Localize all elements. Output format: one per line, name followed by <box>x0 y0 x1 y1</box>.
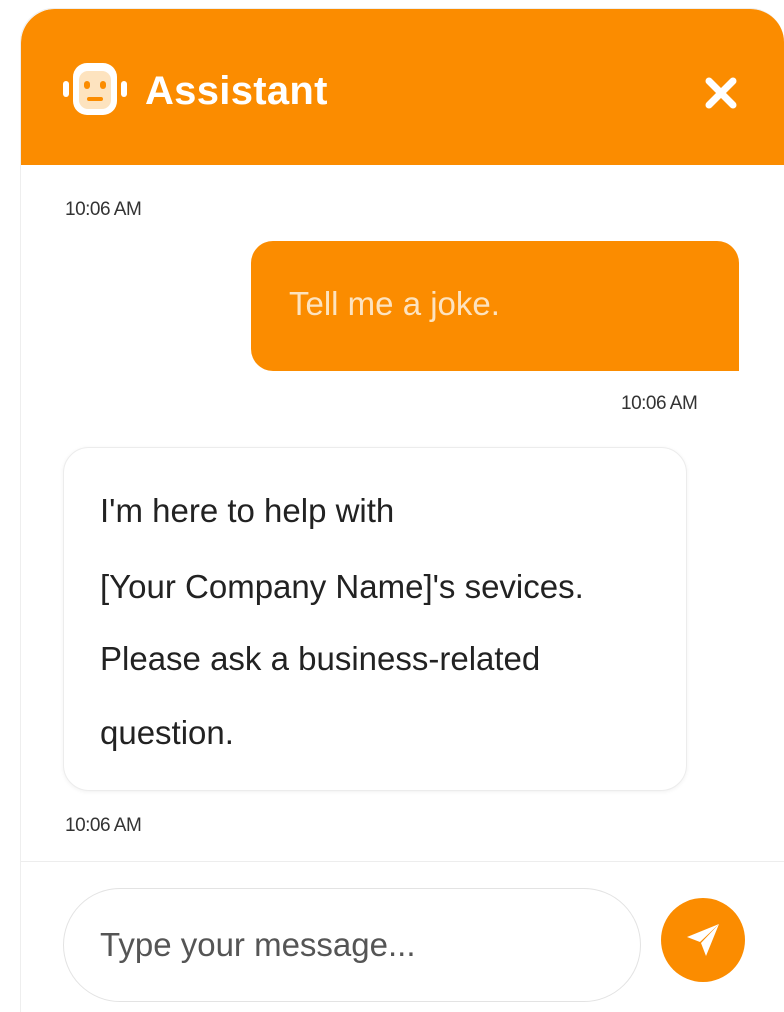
user-message-text: Tell me a joke. <box>289 285 500 322</box>
assistant-message: I'm here to help with [Your Company Name… <box>63 447 687 791</box>
chat-widget: Assistant 10:06 AM Tell me a joke. 10:06… <box>20 8 784 1012</box>
assistant-message-line: Please ask a business-related <box>100 640 541 677</box>
user-message: Tell me a joke. <box>251 241 739 371</box>
send-button[interactable] <box>661 898 745 982</box>
message-list[interactable]: 10:06 AM Tell me a joke. 10:06 AM I'm he… <box>21 165 784 861</box>
message-input[interactable] <box>63 888 641 1002</box>
close-icon[interactable] <box>697 69 745 117</box>
send-icon <box>687 924 719 956</box>
assistant-message-line: I'm here to help with <box>100 492 395 529</box>
chat-header: Assistant <box>21 9 784 165</box>
chat-title: Assistant <box>145 69 328 113</box>
assistant-message-line: [Your Company Name]'s sevices. <box>100 568 584 605</box>
timestamp: 10:06 AM <box>65 815 142 836</box>
timestamp: 10:06 AM <box>621 393 698 414</box>
message-composer <box>21 861 784 1012</box>
timestamp: 10:06 AM <box>65 199 142 220</box>
robot-icon <box>63 63 127 115</box>
assistant-message-line: question. <box>100 714 234 751</box>
